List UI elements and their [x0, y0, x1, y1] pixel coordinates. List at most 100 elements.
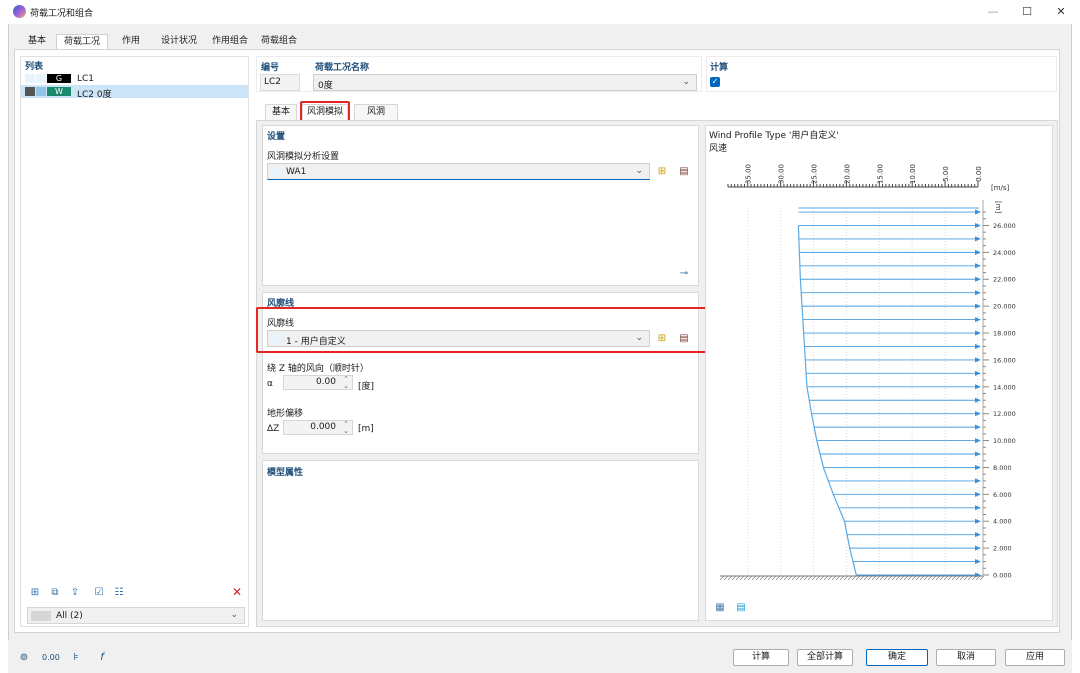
wind-arrow-head: [975, 209, 981, 215]
wind-profile-chart: 35.00 30.00 25.00 20.00 15.00 10.00 5.00 0.00 [m…: [719, 164, 1016, 581]
analysis-settings-select[interactable]: WA1 ⌄: [267, 163, 650, 180]
y-tick-label: 24.000: [993, 249, 1016, 257]
apply-button[interactable]: 应用: [1005, 649, 1065, 666]
spin-icon[interactable]: ⌃ ⌄: [343, 421, 349, 435]
list-filter-select[interactable]: All (2) ⌄: [27, 607, 245, 624]
spin-icon[interactable]: ⌃ ⌄: [343, 376, 349, 390]
analysis-settings-label: 风洞模拟分析设置: [267, 152, 340, 162]
minimize-icon[interactable]: —: [978, 3, 1008, 21]
ground-hatch: [727, 575, 733, 581]
units-icon[interactable]: ⊧: [68, 650, 84, 665]
tab-load-combinations[interactable]: 荷载组合: [256, 34, 302, 50]
alpha-input[interactable]: 0.00 ⌃ ⌄: [283, 375, 353, 390]
button-label: 取消: [956, 652, 975, 662]
ground-hatch: [879, 575, 885, 581]
button-label: 全部计算: [806, 652, 843, 662]
wind-arrow-head: [975, 518, 981, 524]
calculate-button[interactable]: 计算: [733, 649, 789, 666]
ground-hatch: [751, 575, 757, 581]
number-field[interactable]: LC2: [260, 74, 300, 91]
ground-hatch: [779, 575, 785, 581]
color-swatch: [25, 74, 35, 83]
chevron-down-icon: ⌄: [682, 77, 690, 87]
y-tick-label: 18.000: [993, 330, 1016, 338]
filter-swatch: [31, 611, 51, 621]
wind-direction-label: 绕 Z 轴的风向（顺时针）: [267, 364, 369, 374]
delete-icon[interactable]: ✕: [229, 585, 245, 600]
formula-icon[interactable]: f: [94, 650, 110, 665]
dz-input[interactable]: 0.000 ⌃ ⌄: [283, 420, 353, 435]
chart-settings-icon[interactable]: ▦: [712, 600, 728, 615]
new-item-icon[interactable]: ⊞: [27, 585, 43, 600]
ground-hatch: [955, 575, 961, 581]
color-swatch: [25, 87, 35, 96]
cancel-button[interactable]: 取消: [936, 649, 996, 666]
ground-hatch: [971, 575, 977, 581]
chart-view-icon[interactable]: ▤: [733, 600, 749, 615]
ground-hatch: [739, 575, 745, 581]
ground-hatch: [855, 575, 861, 581]
ground-hatch: [979, 575, 985, 581]
y-tick-label: 6.000: [993, 491, 1012, 499]
ground-hatch: [939, 575, 945, 581]
calc-checkbox[interactable]: ✓: [710, 77, 720, 87]
wind-arrow-head: [975, 478, 981, 484]
ground-hatch: [827, 575, 833, 581]
check-all-icon[interactable]: ☑: [91, 585, 107, 600]
tab-label: 荷载工况: [63, 37, 100, 47]
list-item[interactable]: G LC1: [21, 73, 248, 85]
name-select[interactable]: 0度 ⌄: [313, 74, 697, 91]
tab-action-combinations[interactable]: 作用组合: [207, 34, 253, 50]
settings-header: 设置: [267, 132, 286, 142]
tab-actions[interactable]: 作用: [116, 34, 146, 50]
uncheck-all-icon[interactable]: ☷: [111, 585, 127, 600]
ground-hatch: [803, 575, 809, 581]
search-icon[interactable]: ⊚: [16, 650, 32, 665]
wind-arrow-head: [975, 370, 981, 376]
wind-arrow-head: [975, 263, 981, 269]
subtab-basic[interactable]: 基本: [265, 104, 297, 120]
close-icon[interactable]: ✕: [1046, 3, 1076, 21]
wind-arrow-head: [975, 545, 981, 551]
x-tick-label: 5.00: [942, 166, 950, 182]
list-item-selected[interactable]: W LC2 0度: [21, 85, 248, 100]
wind-arrow-head: [975, 343, 981, 349]
ground-hatch: [935, 575, 941, 581]
y-tick-label: 12.000: [993, 410, 1016, 418]
copy-item-icon[interactable]: ⧉: [47, 585, 63, 600]
calculate-all-button[interactable]: 全部计算: [797, 649, 853, 666]
tab-label: 作用组合: [211, 36, 248, 46]
ground-hatch: [867, 575, 873, 581]
y-tick-label: 8.000: [993, 464, 1012, 472]
y-tick-label: 0.000: [993, 572, 1012, 580]
x-tick-label: 0.00: [975, 166, 983, 182]
ok-button[interactable]: 确定: [866, 649, 928, 666]
y-tick-label: 16.000: [993, 356, 1016, 364]
import-icon[interactable]: ⇪: [67, 585, 83, 600]
decimal-icon[interactable]: 0.00: [42, 650, 60, 665]
y-unit-label: [m]: [994, 201, 1002, 214]
list-panel: 列表 G LC1 W LC2 0度 ⊞ ⧉ ⇪ ☑ ☷ ✕ All (2) ⌄: [20, 56, 249, 627]
dz-symbol: ΔZ: [267, 424, 280, 434]
ground-hatch: [943, 575, 949, 581]
list-header: 列表: [25, 62, 44, 72]
ground-hatch: [907, 575, 913, 581]
info-icon[interactable]: ⊸: [676, 266, 692, 281]
tab-design-situations[interactable]: 设计状况: [155, 34, 203, 50]
maximize-icon[interactable]: ☐: [1012, 3, 1042, 21]
tab-basic[interactable]: 基本: [22, 34, 52, 50]
title-bar: 荷载工况和组合 — ☐ ✕: [8, 0, 1072, 24]
ground-hatch: [783, 575, 789, 581]
ground-hatch: [951, 575, 957, 581]
ground-hatch: [875, 575, 881, 581]
subtab-wind-tunnel[interactable]: 风洞: [354, 104, 398, 120]
ground-hatch: [895, 575, 901, 581]
tab-load-cases[interactable]: 荷载工况: [56, 34, 108, 50]
new-settings-icon[interactable]: ⊞: [654, 164, 670, 179]
edit-settings-icon[interactable]: ▤: [676, 164, 692, 179]
ground-hatch: [791, 575, 797, 581]
ground-hatch: [731, 575, 737, 581]
ground-hatch: [887, 575, 893, 581]
ground-hatch: [787, 575, 793, 581]
alpha-value: 0.00: [315, 377, 336, 387]
